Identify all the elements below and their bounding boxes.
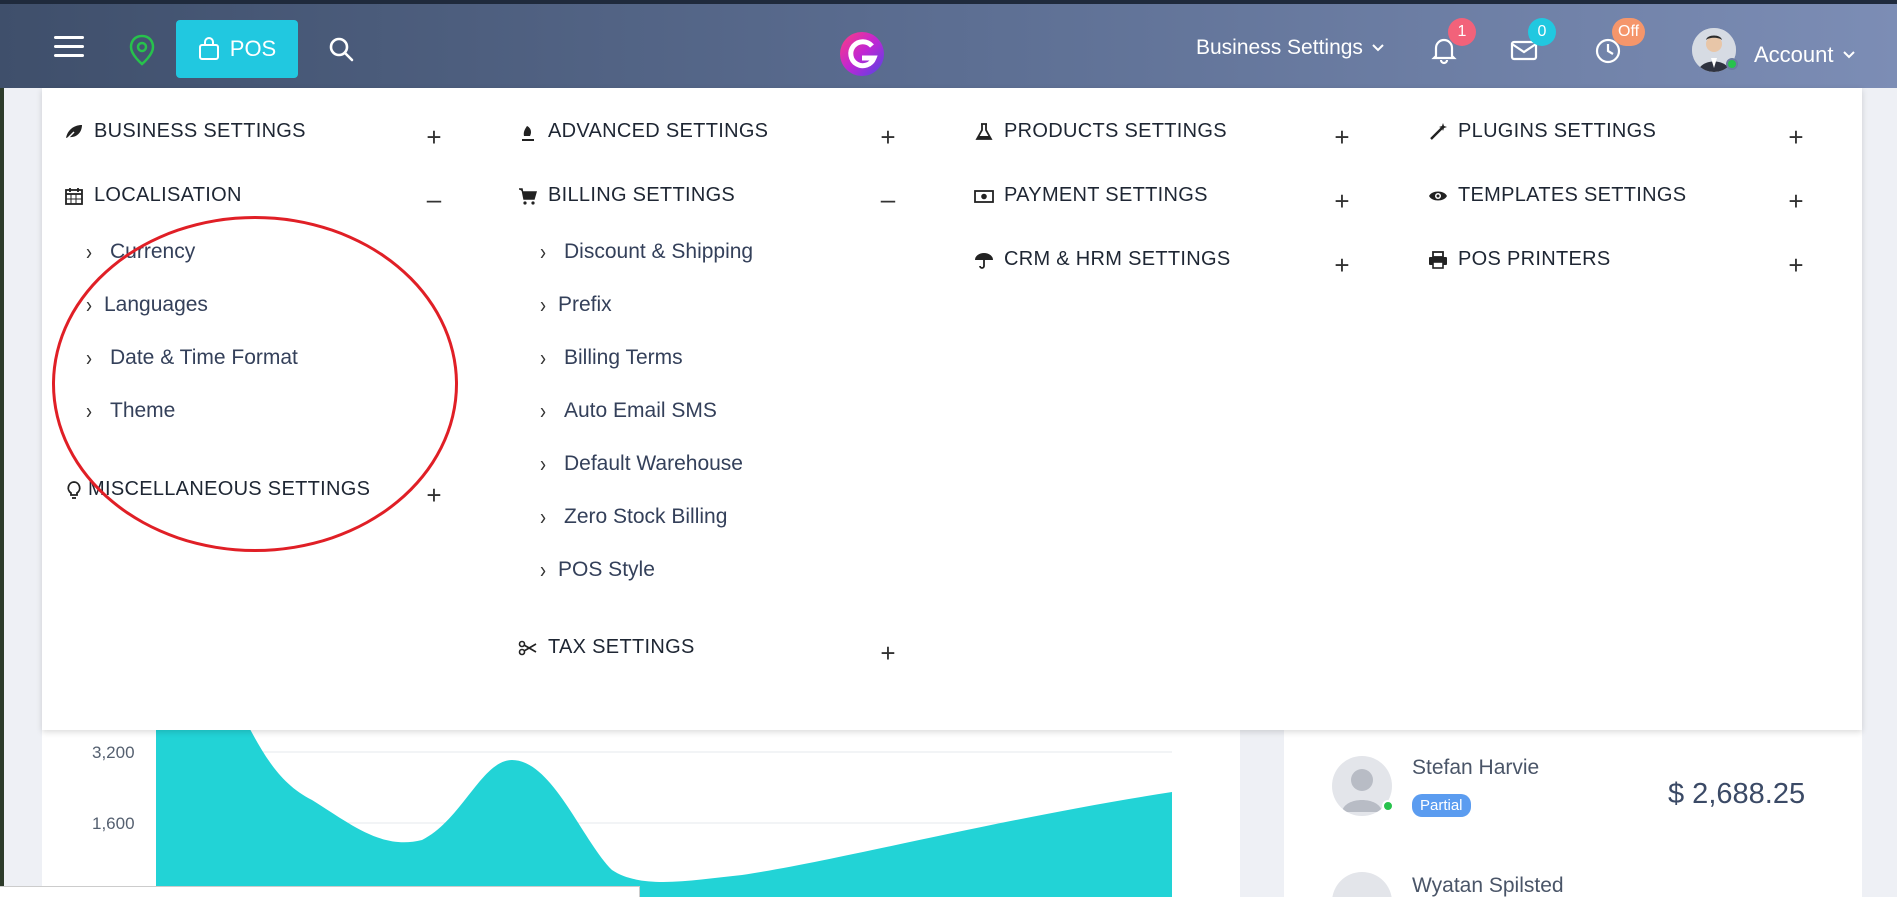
section-label: PLUGINS SETTINGS	[1458, 120, 1657, 142]
scissors-icon	[518, 640, 537, 655]
calendar-icon	[65, 187, 83, 205]
section-localisation[interactable]: LOCALISATION	[64, 184, 242, 207]
section-label: POS PRINTERS	[1458, 248, 1611, 270]
money-bill-icon	[974, 189, 994, 203]
section-tax-settings[interactable]: TAX SETTINGS	[518, 636, 695, 659]
online-status-dot	[1382, 800, 1394, 812]
online-status-dot	[1726, 58, 1738, 70]
menu-item-zero-stock-billing[interactable]: › Zero Stock Billing	[540, 503, 728, 530]
section-templates-settings[interactable]: TEMPLATES SETTINGS	[1428, 184, 1686, 207]
chevron-right-icon: ›	[540, 344, 546, 371]
chevron-right-icon: ›	[540, 397, 546, 424]
section-label: BILLING SETTINGS	[548, 184, 736, 206]
y-tick-label: 3,200	[92, 743, 135, 762]
collapse-toggle[interactable]: –	[878, 184, 898, 215]
leaf-icon	[65, 124, 82, 141]
app-logo[interactable]	[838, 30, 886, 78]
section-label: LOCALISATION	[94, 184, 242, 206]
section-pos-printers[interactable]: POS PRINTERS	[1428, 248, 1611, 271]
collapse-toggle[interactable]: –	[424, 184, 444, 215]
clock-status-badge: Off	[1612, 18, 1646, 46]
section-products-settings[interactable]: PRODUCTS SETTINGS	[974, 120, 1227, 143]
status-bar	[0, 886, 640, 897]
pos-button[interactable]: POS	[176, 20, 298, 78]
section-plugins-settings[interactable]: PLUGINS SETTINGS	[1428, 120, 1656, 143]
chevron-down-icon	[1372, 44, 1384, 52]
section-label: ADVANCED SETTINGS	[548, 120, 769, 142]
section-business-settings[interactable]: BUSINESS SETTINGS	[64, 120, 306, 143]
customer-name[interactable]: Stefan Harvie	[1412, 756, 1539, 780]
section-label: PAYMENT SETTINGS	[1004, 184, 1208, 206]
expand-toggle[interactable]: +	[1786, 250, 1806, 281]
lightbulb-icon	[67, 480, 81, 499]
section-label: CRM & HRM SETTINGS	[1004, 248, 1231, 270]
search-icon[interactable]	[328, 36, 354, 62]
flask-icon	[975, 122, 993, 140]
desktop-edge	[0, 88, 4, 897]
customer-name[interactable]: Wyatan Spilsted	[1412, 874, 1564, 897]
menu-item-label: Zero Stock Billing	[564, 505, 728, 528]
annotation-circle	[52, 216, 458, 552]
printer-icon	[1429, 250, 1447, 269]
section-advanced-settings[interactable]: ADVANCED SETTINGS	[518, 120, 768, 143]
eye-icon	[1429, 191, 1447, 200]
hamburger-menu-icon[interactable]	[54, 36, 84, 58]
chevron-right-icon: ›	[540, 238, 546, 265]
chevron-right-icon: ›	[540, 503, 546, 530]
account-dropdown[interactable]: Account	[1754, 42, 1856, 68]
y-tick-label: 1,600	[92, 814, 135, 833]
chevron-right-icon: ›	[540, 450, 546, 477]
chevron-right-icon: ›	[540, 291, 546, 318]
menu-item-auto-email-sms[interactable]: › Auto Email SMS	[540, 397, 717, 424]
expand-toggle[interactable]: +	[1332, 250, 1352, 281]
shopping-cart-icon	[519, 187, 537, 205]
location-pin-icon[interactable]	[128, 34, 156, 66]
section-label: BUSINESS SETTINGS	[94, 120, 306, 142]
expand-toggle[interactable]: +	[1332, 186, 1352, 217]
section-crm-hrm-settings[interactable]: CRM & HRM SETTINGS	[974, 248, 1231, 271]
menu-item-label: Auto Email SMS	[564, 399, 717, 422]
settings-mega-menu: BUSINESS SETTINGS + LOCALISATION – › Cur…	[42, 88, 1862, 730]
expand-toggle[interactable]: +	[878, 122, 898, 153]
message-count-badge: 0	[1528, 18, 1556, 46]
account-label: Account	[1754, 42, 1834, 67]
menu-item-discount-shipping[interactable]: › Discount & Shipping	[540, 238, 754, 265]
section-label: TAX SETTINGS	[548, 636, 695, 658]
section-payment-settings[interactable]: PAYMENT SETTINGS	[974, 184, 1208, 207]
menu-item-prefix[interactable]: › Prefix	[540, 291, 612, 318]
expand-toggle[interactable]: +	[1332, 122, 1352, 153]
customer-amount: $ 2,688.25	[1668, 778, 1806, 810]
menu-item-label: Billing Terms	[564, 346, 683, 369]
section-label: PRODUCTS SETTINGS	[1004, 120, 1227, 142]
business-settings-label: Business Settings	[1196, 36, 1363, 59]
expand-toggle[interactable]: +	[1786, 186, 1806, 217]
chevron-down-icon	[1842, 51, 1855, 59]
business-settings-dropdown[interactable]: Business Settings	[1196, 36, 1385, 60]
status-badge: Partial	[1412, 794, 1471, 817]
umbrella-icon	[975, 252, 993, 269]
notification-count-badge: 1	[1448, 18, 1476, 46]
menu-item-label: Prefix	[558, 293, 612, 316]
section-billing-settings[interactable]: BILLING SETTINGS	[518, 184, 735, 207]
menu-item-label: Discount & Shipping	[564, 240, 754, 263]
chevron-right-icon: ›	[86, 238, 92, 265]
expand-toggle[interactable]: +	[424, 480, 444, 511]
chevron-right-icon: ›	[540, 556, 546, 583]
magic-wand-icon	[1430, 122, 1447, 140]
shopping-bag-icon	[198, 37, 219, 60]
fire-extinguisher-icon	[522, 125, 534, 141]
menu-item-default-warehouse[interactable]: › Default Warehouse	[540, 450, 743, 477]
pos-button-label: POS	[229, 36, 277, 61]
expand-toggle[interactable]: +	[424, 122, 444, 153]
menu-item-label: POS Style	[558, 558, 655, 581]
expand-toggle[interactable]: +	[1786, 122, 1806, 153]
expand-toggle[interactable]: +	[878, 638, 898, 669]
section-label: TEMPLATES SETTINGS	[1458, 184, 1687, 206]
menu-item-billing-terms[interactable]: › Billing Terms	[540, 344, 683, 371]
menu-item-label: Default Warehouse	[564, 452, 743, 475]
top-navbar: POS Business Settings 1 0 Off Account	[0, 0, 1897, 88]
menu-item-pos-style[interactable]: › POS Style	[540, 556, 655, 583]
